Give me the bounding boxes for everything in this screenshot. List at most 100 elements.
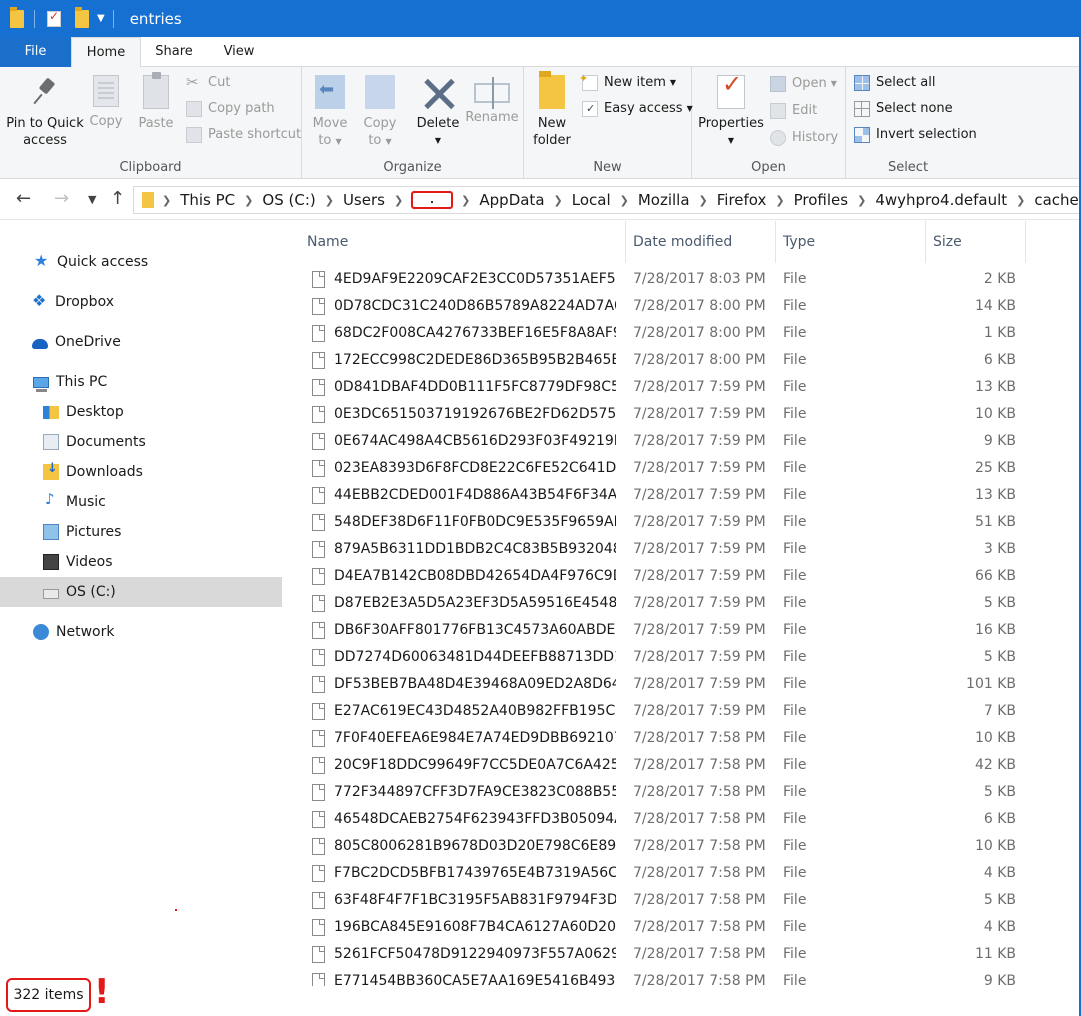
file-row[interactable]: 63F48F4F7F1BC3195F5AB831F9794F3DB... 7/28… [284,887,1081,914]
file-row[interactable]: 772F344897CFF3D7FA9CE3823C088B55E... 7/28… [284,779,1081,806]
nav-label: This PC [56,374,108,390]
easy-access-button[interactable]: Easy access ▼ [582,98,693,120]
file-row[interactable]: F7BC2DCD5BFB17439765E4B7319A56C3... 7/28/… [284,860,1081,887]
file-row[interactable]: 023EA8393D6F8FCD8E22C6FE52C641DD... 7/28/… [284,455,1081,482]
file-row[interactable]: 0E3DC651503719192676BE2FD62D5759... 7/28/… [284,401,1081,428]
recent-locations-chevron-icon[interactable]: ▼ [88,193,96,206]
history-button[interactable]: History [770,127,838,149]
copy-button[interactable]: Copy [86,71,126,130]
file-row[interactable]: 879A5B6311DD1BDB2C4C83B5B932048... 7/28/2… [284,536,1081,563]
rename-button[interactable]: Rename [464,71,520,126]
chevron-right-icon[interactable]: ❯ [242,194,255,207]
breadcrumb-local[interactable]: Local [565,191,618,209]
pin-to-quick-access-button[interactable]: Pin to Quick access [6,71,84,149]
chevron-right-icon[interactable]: ❯ [618,194,631,207]
nav-pictures[interactable]: Pictures [0,517,282,547]
tab-view[interactable]: View [207,37,271,67]
delete-dropdown-icon[interactable]: ▼ [416,132,460,149]
nav-documents[interactable]: Documents [0,427,282,457]
file-row[interactable]: 0D78CDC31C240D86B5789A8224AD7A0... 7/28/2… [284,293,1081,320]
file-row[interactable]: 44EBB2CDED001F4D886A43B54F6F34A5... 7/28/… [284,482,1081,509]
file-row[interactable]: 196BCA845E91608F7B4CA6127A60D20A... 7/28/… [284,914,1081,941]
properties-quick-icon[interactable] [47,9,61,27]
edit-button[interactable]: Edit [770,100,817,122]
new-item-button[interactable]: New item ▼ [579,68,676,94]
column-header-date-modified[interactable]: Date modified [626,221,776,263]
forward-arrow-icon[interactable]: → [54,188,69,209]
file-row[interactable]: D87EB2E3A5D5A23EF3D5A59516E45482... 7/28/… [284,590,1081,617]
nav-network[interactable]: Network [0,617,282,647]
file-row[interactable]: 548DEF38D6F11F0FB0DC9E535F9659AEC... 7/28… [284,509,1081,536]
select-all-button[interactable]: Select all [854,72,935,94]
file-row[interactable]: 805C8006281B9678D03D20E798C6E8935... 7/28… [284,833,1081,860]
breadcrumb-profiles[interactable]: Profiles [787,191,855,209]
properties-dropdown-icon[interactable]: ▼ [698,132,764,149]
breadcrumb-appdata[interactable]: AppData [472,191,551,209]
chevron-right-icon[interactable]: ❯ [1014,194,1027,207]
file-row[interactable]: 172ECC998C2DEDE86D365B95B2B465B5... 7/28/… [284,347,1081,374]
invert-selection-button[interactable]: Invert selection [854,124,977,146]
file-row[interactable]: 46548DCAEB2754F623943FFD3B05094A... 7/28/… [284,806,1081,833]
nav-music[interactable]: Music [0,487,282,517]
file-row[interactable]: E771454BB360CA5E7AA169E5416B49354... 7/28… [284,968,1081,986]
nav-downloads[interactable]: Downloads [0,457,282,487]
properties-button[interactable]: Properties ▼ [698,71,764,149]
chevron-right-icon[interactable]: ❯ [697,194,710,207]
file-row[interactable]: D4EA7B142CB08DBD42654DA4F976C9D... 7/28/2… [284,563,1081,590]
paste-button[interactable]: Paste [134,71,178,132]
customize-toolbar-chevron-icon[interactable]: ▼ [97,13,105,24]
nav-os-c[interactable]: OS (C:) [0,577,282,607]
breadcrumb-profile[interactable]: 4wyhpro4.default [868,191,1014,209]
breadcrumb-os-c[interactable]: OS (C:) [255,191,322,209]
copy-path-button[interactable]: Copy path [186,98,275,120]
tab-file[interactable]: File [0,37,71,67]
new-folder-button[interactable]: New folder [530,71,574,149]
up-arrow-icon[interactable]: ↑ [110,188,125,209]
breadcrumb-this-pc[interactable]: This PC [173,191,242,209]
select-none-button[interactable]: Select none [854,98,953,120]
column-header-name[interactable]: Name [300,221,626,263]
delete-button[interactable]: Delete ▼ [416,71,460,149]
chevron-right-icon[interactable]: ❯ [323,194,336,207]
chevron-right-icon[interactable]: ❯ [459,194,472,207]
cut-button[interactable]: Cut [186,71,230,94]
open-button[interactable]: Open ▼ [770,73,837,95]
file-row[interactable]: DB6F30AFF801776FB13C4573A60ABDEF... 7/28/… [284,617,1081,644]
chevron-right-icon[interactable]: ❯ [552,194,565,207]
breadcrumb-mozilla[interactable]: Mozilla [631,191,697,209]
breadcrumb-firefox[interactable]: Firefox [710,191,774,209]
chevron-right-icon[interactable]: ❯ [160,194,173,207]
nav-desktop[interactable]: Desktop [0,397,282,427]
address-bar[interactable]: ❯ This PC ❯ OS (C:) ❯ Users ❯ ❯ AppData … [133,186,1081,214]
back-arrow-icon[interactable]: ← [16,188,31,209]
breadcrumb-cache2[interactable]: cache2 [1027,191,1081,209]
file-row[interactable]: E27AC619EC43D4852A40B982FFB195C9... 7/28/… [284,698,1081,725]
copy-to-button[interactable]: Copy to ▼ [360,71,400,150]
chevron-right-icon[interactable]: ❯ [392,194,405,207]
column-header-size[interactable]: Size [926,221,1026,263]
nav-this-pc[interactable]: This PC [0,367,282,397]
file-row[interactable]: 7F0F40EFEA6E984E7A74ED9DBB692107... 7/28/… [284,725,1081,752]
file-row[interactable]: 5261FCF50478D9122940973F557A06297... 7/28… [284,941,1081,968]
file-row[interactable]: DD7274D60063481D44DEEFB88713DD1... 7/28/2… [284,644,1081,671]
tab-home[interactable]: Home [71,37,141,68]
file-row[interactable]: 0E674AC498A4CB5616D293F03F49219E4... 7/28… [284,428,1081,455]
file-row[interactable]: 4ED9AF9E2209CAF2E3CC0D57351AEF57... 7/28/… [284,266,1081,293]
file-row[interactable]: 20C9F18DDC99649F7CC5DE0A7C6A4252... 7/28/… [284,752,1081,779]
column-header-type[interactable]: Type [776,221,926,263]
paste-shortcut-button[interactable]: Paste shortcut [186,124,301,146]
chevron-right-icon[interactable]: ❯ [773,194,786,207]
breadcrumb-users[interactable]: Users [336,191,392,209]
nav-videos[interactable]: Videos [0,547,282,577]
tab-share[interactable]: Share [143,37,205,67]
move-to-button[interactable]: Move to ▼ [310,71,350,150]
file-row[interactable]: 0D841DBAF4DD0B111F5FC8779DF98C5E... 7/28/… [284,374,1081,401]
nav-quick-access[interactable]: Quick access [0,247,282,277]
file-row[interactable]: 68DC2F008CA4276733BEF16E5F8A8AF9... 7/28/… [284,320,1081,347]
chevron-right-icon[interactable]: ❯ [855,194,868,207]
file-row[interactable]: DF53BEB7BA48D4E39468A09ED2A8D64... 7/28/2… [284,671,1081,698]
nav-dropbox[interactable]: Dropbox [0,287,282,317]
breadcrumb-redacted-username[interactable] [411,191,454,209]
new-folder-quick-icon[interactable] [75,6,89,28]
nav-onedrive[interactable]: OneDrive [0,327,282,357]
